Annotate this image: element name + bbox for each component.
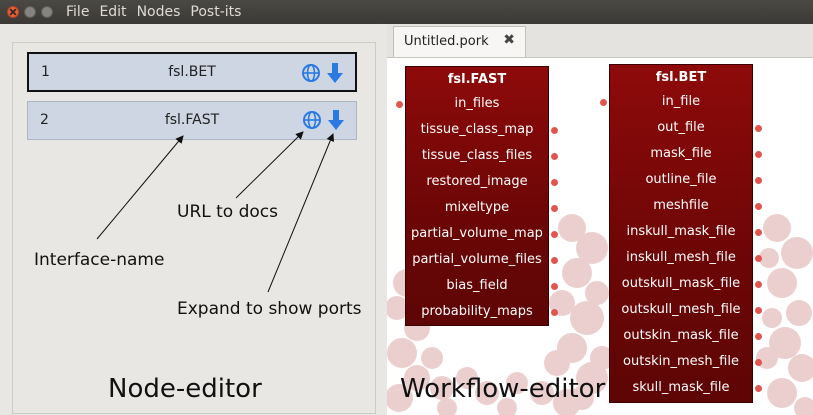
output-port: outline_file <box>610 167 762 193</box>
output-port-dot[interactable] <box>551 205 558 212</box>
port-label: inskull_mask_file <box>626 224 736 239</box>
workflow-editor-title: Workflow-editor <box>400 374 606 404</box>
annotation-interface-name: Interface-name <box>34 250 165 270</box>
port-label: outline_file <box>645 172 717 187</box>
node-title: fsl.FAST <box>447 72 507 87</box>
output-port: restored_image <box>406 169 558 195</box>
output-port: inskull_mesh_file <box>610 245 762 271</box>
port-label: skull_mask_file <box>632 380 730 395</box>
input-port-in-file: in_file <box>600 89 752 115</box>
output-port-dot[interactable] <box>551 309 558 316</box>
port-label: partial_volume_files <box>412 252 542 267</box>
output-port: probability_maps <box>406 299 558 325</box>
port-label: outskull_mask_file <box>621 276 741 291</box>
annotation-expand-ports: Expand to show ports <box>177 299 362 319</box>
input-port-in-files: in_files <box>396 91 548 117</box>
port-label: bias_field <box>446 278 508 293</box>
output-port-dot[interactable] <box>551 179 558 186</box>
output-port: mask_file <box>610 141 762 167</box>
output-port-dot[interactable] <box>551 153 558 160</box>
output-port: outskin_mask_file <box>610 323 762 349</box>
output-port-dot[interactable] <box>551 231 558 238</box>
output-port: partial_volume_map <box>406 221 558 247</box>
node-editor-pane: 1 fsl.BET 2 fsl.FAST URL to docs Interfa… <box>0 24 385 415</box>
output-port: out_file <box>610 115 762 141</box>
port-label: tissue_class_map <box>420 122 534 137</box>
port-label: out_file <box>657 120 705 135</box>
node-editor-title: Node-editor <box>108 374 262 404</box>
port-label: inskull_mesh_file <box>626 250 736 265</box>
minimize-window-button[interactable] <box>24 6 36 18</box>
workflow-editor-pane: Untitled.pork ✖ fsl.FAST in_files tissue… <box>387 24 813 415</box>
port-label: partial_volume_map <box>411 226 543 241</box>
port-label: probability_maps <box>421 304 533 319</box>
output-port-dot[interactable] <box>551 127 558 134</box>
menu-file[interactable]: File <box>66 4 89 20</box>
output-port-dot[interactable] <box>755 359 762 366</box>
port-label: outskull_mesh_file <box>621 302 741 317</box>
maximize-window-button[interactable] <box>41 6 53 18</box>
output-port-dot[interactable] <box>755 125 762 132</box>
port-label: tissue_class_files <box>421 148 533 163</box>
port-label: in_files <box>454 96 500 111</box>
output-port-dot[interactable] <box>755 255 762 262</box>
menu-edit[interactable]: Edit <box>99 4 126 20</box>
port-label: restored_image <box>426 174 528 189</box>
port-label: mask_file <box>650 146 712 161</box>
output-port: outskull_mask_file <box>610 271 762 297</box>
output-port-dot[interactable] <box>755 281 762 288</box>
output-port: outskin_mesh_file <box>610 349 762 375</box>
output-port: tissue_class_files <box>406 143 558 169</box>
port-label: mixeltype <box>444 200 510 215</box>
output-port-dot[interactable] <box>755 229 762 236</box>
node-title: fsl.BET <box>655 70 707 85</box>
workflow-node-fast[interactable]: fsl.FAST in_files tissue_class_map tissu… <box>396 66 558 326</box>
port-label: outskin_mesh_file <box>623 354 739 369</box>
output-port: partial_volume_files <box>406 247 558 273</box>
output-port: inskull_mask_file <box>610 219 762 245</box>
output-port: outskull_mesh_file <box>610 297 762 323</box>
tab-strip: Untitled.pork ✖ <box>387 24 813 58</box>
close-window-button[interactable] <box>7 6 19 18</box>
port-label: meshfile <box>653 198 709 213</box>
output-port-dot[interactable] <box>755 333 762 340</box>
output-port-dot[interactable] <box>755 203 762 210</box>
annotation-url-to-docs: URL to docs <box>177 202 278 222</box>
output-port-dot[interactable] <box>755 385 762 392</box>
port-label: in_file <box>661 94 701 109</box>
output-port-dot[interactable] <box>755 177 762 184</box>
input-port-dot[interactable] <box>600 99 607 106</box>
output-port: skull_mask_file <box>610 375 762 401</box>
menu-post-its[interactable]: Post-its <box>190 4 241 20</box>
tab-untitled-pork[interactable]: Untitled.pork ✖ <box>393 26 526 57</box>
output-port-dot[interactable] <box>551 257 558 264</box>
output-port-dot[interactable] <box>755 151 762 158</box>
output-port: meshfile <box>610 193 762 219</box>
menu-bar: File Edit Nodes Post-its <box>66 0 241 24</box>
output-port: tissue_class_map <box>406 117 558 143</box>
workflow-node-bet[interactable]: fsl.BET in_file out_file mask_file outli… <box>600 64 762 403</box>
input-port-dot[interactable] <box>396 101 403 108</box>
output-port-dot[interactable] <box>551 283 558 290</box>
output-port-dot[interactable] <box>755 307 762 314</box>
tab-label: Untitled.pork <box>404 34 489 49</box>
title-bar: File Edit Nodes Post-its <box>0 0 813 24</box>
port-label: outskin_mask_file <box>623 328 739 343</box>
output-port: mixeltype <box>406 195 558 221</box>
menu-nodes[interactable]: Nodes <box>137 4 181 20</box>
close-icon[interactable]: ✖ <box>503 32 515 48</box>
output-port: bias_field <box>406 273 558 299</box>
